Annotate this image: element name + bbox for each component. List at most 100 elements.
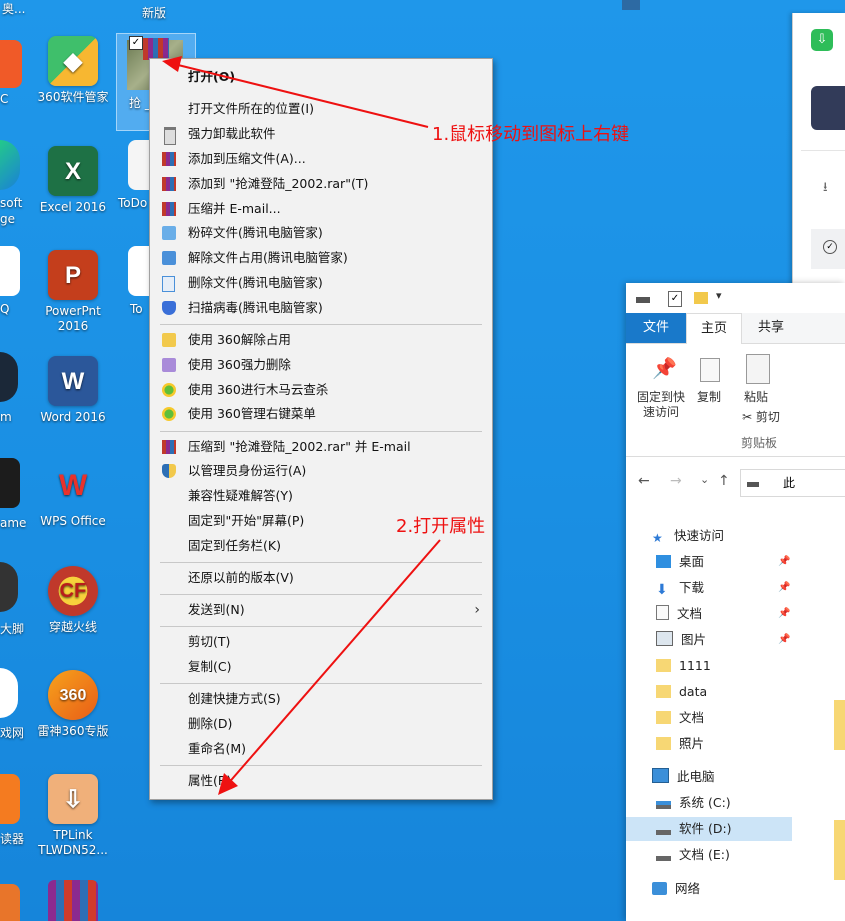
folder-icon[interactable]: [694, 292, 708, 304]
copy-icon: [700, 358, 720, 382]
nav-documents[interactable]: 文档: [656, 602, 702, 626]
menu-item-add-to-rar[interactable]: 添加到 "抢滩登陆_2002.rar"(T): [150, 172, 492, 196]
tab-file[interactable]: 文件: [626, 313, 686, 343]
menu-item-label: 以管理员身份运行(A): [188, 463, 307, 478]
new-task-button[interactable]: [811, 86, 845, 130]
pin-icon[interactable]: 📌: [778, 608, 790, 619]
menu-item-delete[interactable]: 删除(D): [150, 712, 492, 736]
document-icon: [656, 605, 669, 620]
menu-item-add-archive[interactable]: 添加到压缩文件(A)...: [150, 147, 492, 171]
check-icon[interactable]: ✓: [668, 291, 682, 307]
game-icon[interactable]: [0, 458, 20, 508]
menu-item-copy[interactable]: 复制(C): [150, 655, 492, 679]
file-explorer-window: ✓ ▾ 文件 主页 共享 📌 固定到快速访问 复制 粘贴 ✂ 剪切 剪贴板 ← …: [626, 283, 845, 921]
pin-icon[interactable]: 📌: [778, 582, 790, 593]
cut-button[interactable]: ✂ 剪切: [736, 410, 786, 425]
menu-item-compat-troubleshoot[interactable]: 兼容性疑难解答(Y): [150, 484, 492, 508]
menu-item-360-manage-menu[interactable]: 使用 360管理右键菜单: [150, 402, 492, 426]
menu-item-360-force-delete[interactable]: 使用 360强力删除: [150, 353, 492, 377]
folder-peek: [834, 700, 845, 750]
menu-item-delete-tencent[interactable]: 删除文件(腾讯电脑管家): [150, 271, 492, 295]
desktop-icon-leishen[interactable]: 360 雷神360专版: [30, 670, 116, 739]
menu-item-open-location[interactable]: 打开文件所在的位置(I): [150, 97, 492, 121]
desktop-icon-word[interactable]: W Word 2016: [30, 356, 116, 425]
qq-icon[interactable]: [0, 246, 20, 296]
folder-icon: [162, 333, 176, 347]
desktop-icon-excel[interactable]: X Excel 2016: [30, 146, 116, 215]
menu-item-label: 重命名(M): [188, 741, 247, 756]
menu-separator: [160, 562, 482, 563]
up-icon[interactable]: ↑: [718, 473, 730, 489]
menu-item-restore-versions[interactable]: 还原以前的版本(V): [150, 566, 492, 590]
address-input[interactable]: 此: [740, 469, 845, 497]
desktop-icon-360-software[interactable]: ◆ 360软件管家: [30, 36, 116, 105]
menu-item-360-trojan-scan[interactable]: 使用 360进行木马云查杀: [150, 378, 492, 402]
copy-button[interactable]: 复制: [694, 390, 724, 405]
dajiao-icon[interactable]: [0, 562, 18, 612]
desktop-icon-label: TPLink TLWDN52...: [38, 828, 108, 857]
nav-folder-1111[interactable]: 1111: [656, 654, 711, 678]
nav-pictures[interactable]: 图片: [656, 628, 706, 652]
winrar-icon[interactable]: [48, 880, 98, 921]
pin-icon[interactable]: 📌: [778, 556, 790, 567]
nav-drive-d[interactable]: 软件 (D:): [656, 817, 732, 841]
menu-item-cut[interactable]: 剪切(T): [150, 630, 492, 654]
nav-quick-access[interactable]: ★ 快速访问: [652, 524, 724, 548]
desktop-icon-powerpoint[interactable]: P PowerPnt 2016: [30, 250, 116, 334]
nav-downloads[interactable]: ⬇ 下载: [656, 576, 704, 600]
menu-item-open[interactable]: 打开(O): [150, 65, 492, 89]
partial-app-icon[interactable]: [0, 40, 22, 88]
edge-browser-icon[interactable]: [0, 140, 20, 190]
menu-item-create-shortcut[interactable]: 创建快捷方式(S): [150, 687, 492, 711]
menu-item-run-as-admin[interactable]: 以管理员身份运行(A): [150, 459, 492, 483]
menu-item-unlock[interactable]: 解除文件占用(腾讯电脑管家): [150, 246, 492, 270]
menu-item-shred[interactable]: 粉碎文件(腾讯电脑管家): [150, 221, 492, 245]
chevron-down-icon[interactable]: ⌄: [700, 473, 709, 486]
desktop-icon-wps[interactable]: W WPS Office: [30, 460, 116, 529]
menu-item-compress-rar-email[interactable]: 压缩到 "抢滩登陆_2002.rar" 并 E-mail: [150, 435, 492, 459]
pin-quick-access-button[interactable]: 固定到快速访问: [632, 390, 690, 420]
steam-icon[interactable]: [0, 352, 18, 402]
winrar-icon: [162, 202, 176, 216]
nav-this-pc[interactable]: 此电脑: [652, 765, 715, 789]
crossfire-icon: CF: [48, 566, 98, 616]
dropdown-icon[interactable]: ▾: [716, 289, 722, 302]
desktop-label-partial: ge: [0, 212, 15, 226]
downloading-icon[interactable]: ⭳: [823, 178, 828, 200]
menu-item-scan-virus[interactable]: 扫描病毒(腾讯电脑管家): [150, 296, 492, 320]
desktop-icon-crossfire[interactable]: CF 穿越火线: [30, 566, 116, 635]
menu-item-360-unlock[interactable]: 使用 360解除占用: [150, 328, 492, 352]
selection-checkbox[interactable]: ✓: [129, 36, 143, 50]
paste-button[interactable]: 粘贴: [738, 390, 774, 405]
menu-separator: [160, 594, 482, 595]
nav-network[interactable]: 网络: [652, 877, 700, 901]
menu-item-rename[interactable]: 重命名(M): [150, 737, 492, 761]
menu-item-properties[interactable]: 属性(R): [150, 769, 492, 793]
pin-icon[interactable]: 📌: [778, 634, 790, 645]
todo-app-icon[interactable]: [128, 246, 150, 296]
partial-app-icon[interactable]: [0, 884, 20, 921]
desktop-icon-tplink[interactable]: ⇩ TPLink TLWDN52...: [30, 774, 116, 858]
context-menu: 打开(O) 打开文件所在的位置(I) 强力卸载此软件 添加到压缩文件(A)...…: [149, 58, 493, 800]
nav-drive-e[interactable]: 文档 (E:): [656, 843, 730, 867]
nav-folder-data[interactable]: data: [656, 680, 707, 704]
game-net-icon[interactable]: [0, 668, 18, 718]
unlock-icon: [162, 251, 176, 265]
menu-item-send-to[interactable]: 发送到(N) ›: [150, 598, 492, 622]
folder-peek: [834, 820, 845, 880]
nav-folder-docs[interactable]: 文档: [656, 706, 704, 730]
uac-shield-icon: [162, 464, 176, 478]
menu-item-label: 固定到"开始"屏幕(P): [188, 513, 305, 528]
nav-folder-photos[interactable]: 照片: [656, 732, 704, 756]
nav-drive-c[interactable]: 系统 (C:): [656, 791, 731, 815]
nav-desktop[interactable]: 桌面: [656, 550, 704, 574]
todo-icon[interactable]: [128, 140, 150, 190]
tab-home[interactable]: 主页: [686, 313, 742, 344]
desktop-icon: [656, 555, 671, 568]
back-icon[interactable]: ←: [638, 473, 650, 489]
forward-icon[interactable]: →: [670, 473, 682, 489]
tab-share[interactable]: 共享: [746, 313, 796, 343]
reader-icon[interactable]: [0, 774, 20, 824]
menu-item-compress-email[interactable]: 压缩并 E-mail...: [150, 197, 492, 221]
ribbon-panel: 📌 固定到快速访问 复制 粘贴 ✂ 剪切 剪贴板: [626, 344, 845, 457]
